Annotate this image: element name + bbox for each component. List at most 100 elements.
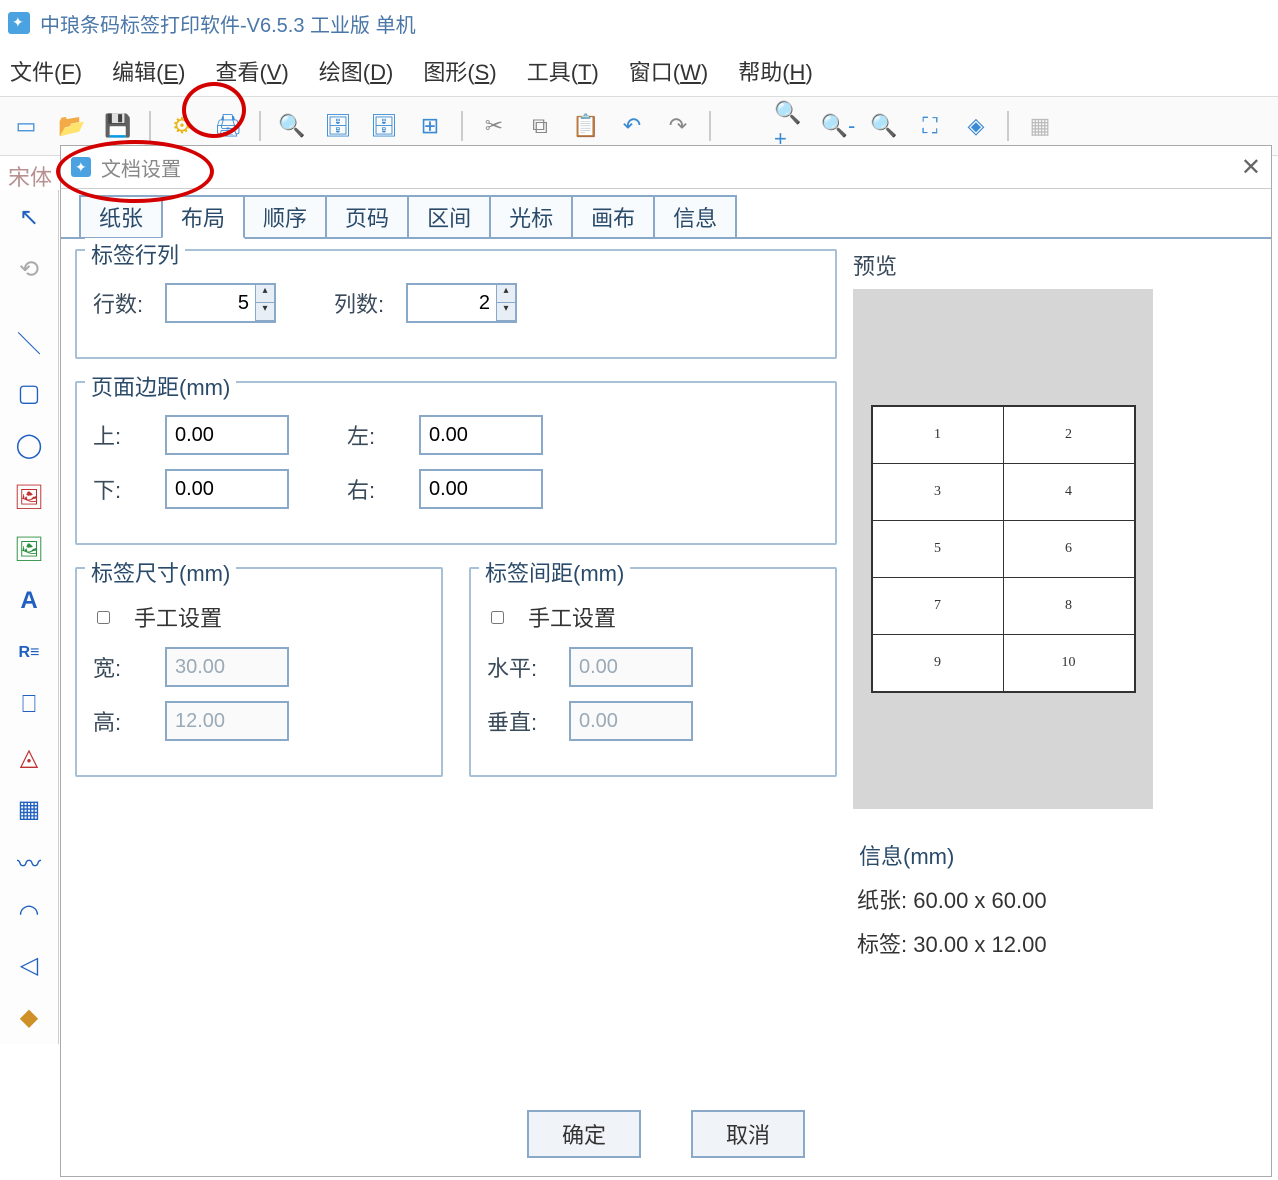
image-tool-icon[interactable]: 🖼 xyxy=(4,472,54,522)
cut-icon[interactable]: ✂ xyxy=(476,108,512,144)
preview-cell: 1 xyxy=(872,407,1003,464)
zoom-out-icon[interactable]: 🔍- xyxy=(820,108,856,144)
cols-down[interactable]: ▾ xyxy=(497,303,515,321)
margin-bottom-input[interactable] xyxy=(165,469,289,509)
menu-file[interactable]: 文件(F) xyxy=(10,55,82,87)
preview-area: 12345678910 xyxy=(853,289,1153,809)
margin-left-input[interactable] xyxy=(419,415,543,455)
preview-cell: 8 xyxy=(1003,578,1134,635)
grid-icon[interactable]: ⊞ xyxy=(412,108,448,144)
info-label: 30.00 x 12.00 xyxy=(913,932,1046,957)
rotate-tool-icon[interactable]: ⟲ xyxy=(4,244,54,294)
database-icon[interactable]: 🗄 xyxy=(320,108,356,144)
menu-view[interactable]: 查看(V) xyxy=(215,55,288,87)
undo-icon[interactable]: ↶ xyxy=(614,108,650,144)
more-icon[interactable]: ▦ xyxy=(1022,108,1058,144)
rows-up[interactable]: ▴ xyxy=(256,285,274,303)
menu-help[interactable]: 帮助(H) xyxy=(738,55,813,87)
group-rowscols: 标签行列 行数: ▴▾ 列数: ▴▾ xyxy=(75,249,837,359)
redo-icon[interactable]: ↷ xyxy=(660,108,696,144)
gap-vertical-input xyxy=(569,701,693,741)
app-icon xyxy=(8,12,30,34)
group-size: 标签尺寸(mm) 手工设置 宽: 高: xyxy=(75,567,443,777)
tab-layout[interactable]: 布局 xyxy=(161,195,245,239)
tab-pagenum[interactable]: 页码 xyxy=(325,195,409,237)
menu-edit[interactable]: 编辑(E) xyxy=(112,55,185,87)
menubar: 文件(F) 编辑(E) 查看(V) 绘图(D) 图形(S) 工具(T) 窗口(W… xyxy=(0,46,1278,97)
rows-label: 行数: xyxy=(93,287,149,319)
preview-page: 12345678910 xyxy=(871,405,1136,693)
preview-cell: 2 xyxy=(1003,407,1134,464)
settings-icon[interactable]: ⚙ xyxy=(164,108,200,144)
preview-cell: 3 xyxy=(872,464,1003,521)
info-title: 信息(mm) xyxy=(853,839,1257,871)
tab-range[interactable]: 区间 xyxy=(407,195,491,237)
save-icon[interactable]: 💾 xyxy=(100,108,136,144)
new-icon[interactable]: ▭ xyxy=(8,108,44,144)
zoom-icon[interactable]: 🔍 xyxy=(866,108,902,144)
window-titlebar: 中琅条码标签打印软件-V6.5.3 工业版 单机 xyxy=(0,0,1278,46)
paste-icon[interactable]: 📋 xyxy=(568,108,604,144)
print-preview-icon[interactable]: 🔍 xyxy=(274,108,310,144)
zoom-in-icon[interactable]: 🔍+ xyxy=(774,108,810,144)
margin-top-input[interactable] xyxy=(165,415,289,455)
gap-horizontal-input xyxy=(569,647,693,687)
richtext-tool-icon[interactable]: R≡ xyxy=(4,628,54,678)
roundrect-tool-icon[interactable]: ▢ xyxy=(4,368,54,418)
pointer-tool-icon[interactable]: ↖ xyxy=(4,192,54,242)
tab-canvas[interactable]: 画布 xyxy=(571,195,655,237)
dialog-icon xyxy=(71,157,91,177)
database-add-icon[interactable]: 🗄 xyxy=(366,108,402,144)
preview-cell: 9 xyxy=(872,635,1003,692)
barcode-tool-icon[interactable]: ⎕ xyxy=(4,680,54,730)
text-tool-icon[interactable]: A xyxy=(4,576,54,626)
group-margin: 页面边距(mm) 上: 左: 下: 右: xyxy=(75,381,837,545)
font-name-label: 宋体 xyxy=(8,160,52,192)
fit-icon[interactable]: ⛶ xyxy=(912,108,948,144)
preview-cell: 4 xyxy=(1003,464,1134,521)
menu-window[interactable]: 窗口(W) xyxy=(629,55,708,87)
info-paper: 60.00 x 60.00 xyxy=(913,888,1046,913)
margin-right-input[interactable] xyxy=(419,469,543,509)
size-height-input xyxy=(165,701,289,741)
menu-tool[interactable]: 工具(T) xyxy=(527,55,599,87)
cols-up[interactable]: ▴ xyxy=(497,285,515,303)
dialog-titlebar: 文档设置 ✕ xyxy=(61,146,1271,189)
polygon-tool-icon[interactable]: ◬ xyxy=(4,732,54,782)
actual-size-icon[interactable]: ◈ xyxy=(958,108,994,144)
more-tool-icon[interactable]: ◆ xyxy=(4,992,54,1042)
rows-input[interactable] xyxy=(167,286,255,320)
cancel-button[interactable]: 取消 xyxy=(691,1110,805,1158)
picture-tool-icon[interactable]: 🖼 xyxy=(4,524,54,574)
preview-cell: 7 xyxy=(872,578,1003,635)
size-width-input xyxy=(165,647,289,687)
copy-icon[interactable]: ⧉ xyxy=(522,108,558,144)
curve-tool-icon[interactable]: 〰 xyxy=(4,836,54,886)
menu-draw[interactable]: 绘图(D) xyxy=(319,55,394,87)
line-tool-icon[interactable]: ＼ xyxy=(4,316,54,366)
tab-cursor[interactable]: 光标 xyxy=(489,195,573,237)
preview-cell: 10 xyxy=(1003,635,1134,692)
cols-input[interactable] xyxy=(408,286,496,320)
preview-cell: 5 xyxy=(872,521,1003,578)
menu-shape[interactable]: 图形(S) xyxy=(423,55,496,87)
print-icon[interactable]: 🖨 xyxy=(210,108,246,144)
tab-row: 纸张 布局 顺序 页码 区间 光标 画布 信息 xyxy=(61,189,1271,237)
size-manual-checkbox[interactable] xyxy=(97,611,110,624)
document-settings-dialog: 文档设置 ✕ 纸张 布局 顺序 页码 区间 光标 画布 信息 标签行列 行数: … xyxy=(60,145,1272,1177)
rows-down[interactable]: ▾ xyxy=(256,303,274,321)
tab-paper[interactable]: 纸张 xyxy=(79,195,163,237)
ellipse-tool-icon[interactable]: ◯ xyxy=(4,420,54,470)
close-icon[interactable]: ✕ xyxy=(1241,153,1261,182)
ok-button[interactable]: 确定 xyxy=(527,1110,641,1158)
open-icon[interactable]: 📂 xyxy=(54,108,90,144)
group-gap: 标签间距(mm) 手工设置 水平: 垂直: xyxy=(469,567,837,777)
gap-manual-checkbox[interactable] xyxy=(491,611,504,624)
tab-info[interactable]: 信息 xyxy=(653,195,737,237)
preview-cell: 6 xyxy=(1003,521,1134,578)
tab-order[interactable]: 顺序 xyxy=(243,195,327,237)
table-tool-icon[interactable]: ▦ xyxy=(4,784,54,834)
shape-tool-icon[interactable]: ◁ xyxy=(4,940,54,990)
preview-label: 预览 xyxy=(853,249,1257,281)
arc-tool-icon[interactable]: ◠ xyxy=(4,888,54,938)
